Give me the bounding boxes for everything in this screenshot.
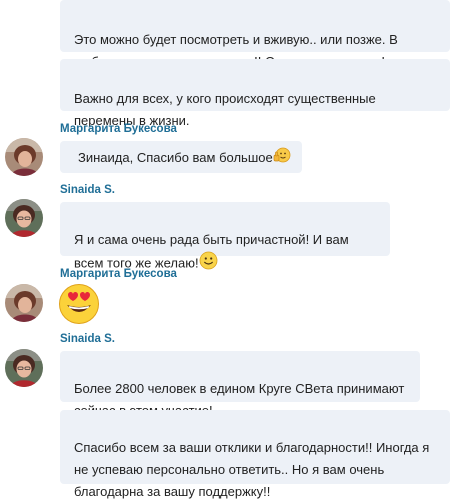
- sender-name[interactable]: Маргарита Букесова: [60, 123, 177, 135]
- message-bubble[interactable]: Более 2800 человек в едином Круге СВета …: [60, 351, 420, 418]
- smiley-icon: [199, 251, 218, 277]
- message-bubble[interactable]: Важно для всех, у кого происходят сущест…: [60, 59, 450, 128]
- avatar[interactable]: [5, 199, 43, 237]
- heart-eyes-icon[interactable]: [58, 283, 100, 325]
- avatar[interactable]: [5, 138, 43, 176]
- avatar[interactable]: [5, 284, 43, 322]
- message-bubble[interactable]: Зинаида, Спасибо вам большое: [60, 141, 302, 173]
- message-bubble[interactable]: Спасибо всем за ваши отклики и благодарн…: [60, 410, 450, 499]
- sender-name[interactable]: Sinaida S.: [60, 184, 115, 196]
- message-text: Зинаида, Спасибо вам большое: [78, 149, 273, 165]
- chat-history: Это можно будет посмотреть и вживую.. ил…: [0, 0, 459, 499]
- sender-name[interactable]: Маргарита Букесова: [60, 268, 177, 280]
- message-bubble[interactable]: Это можно будет посмотреть и вживую.. ил…: [60, 0, 450, 69]
- sender-name[interactable]: Sinaida S.: [60, 333, 115, 345]
- avatar[interactable]: [5, 349, 43, 387]
- message-text: Спасибо всем за ваши отклики и благодарн…: [74, 440, 430, 499]
- thumbs-up-smiley-icon: [273, 146, 291, 171]
- message-bubble[interactable]: Я и сама очень рада быть причастной! И в…: [60, 202, 390, 270]
